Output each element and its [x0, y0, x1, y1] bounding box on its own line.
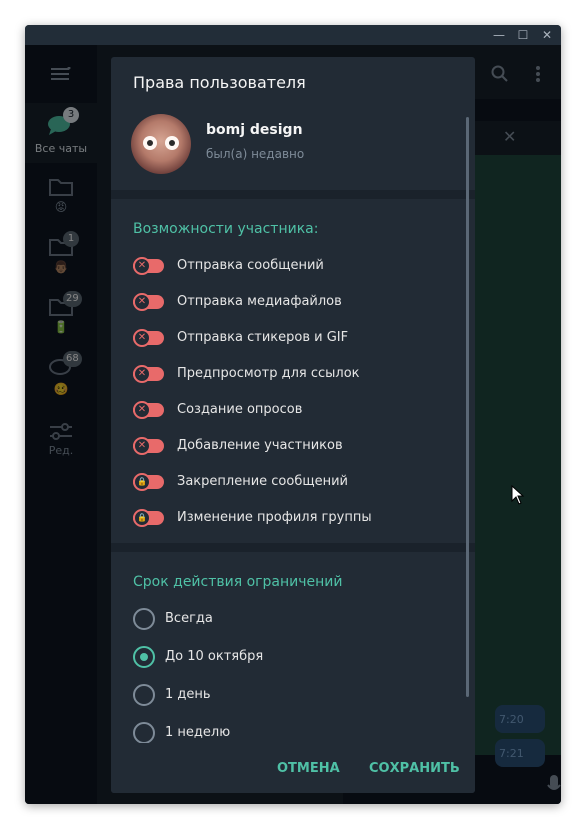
- permission-toggle-row[interactable]: ✕ Предпросмотр для ссылок: [133, 364, 453, 384]
- x-icon: ✕: [133, 293, 151, 311]
- permission-toggle[interactable]: ✕: [133, 329, 164, 347]
- permission-label: Отправка медиафайлов: [177, 294, 342, 309]
- save-button[interactable]: СОХРАНИТЬ: [369, 761, 460, 776]
- permission-toggle[interactable]: 🔒: [133, 509, 164, 527]
- x-icon: ✕: [133, 329, 151, 347]
- permission-toggle[interactable]: ✕: [133, 401, 164, 419]
- permission-toggle[interactable]: ✕: [133, 293, 164, 311]
- divider: [111, 190, 475, 199]
- permission-toggle-row[interactable]: ✕ Добавление участников: [133, 436, 453, 456]
- minimize-button[interactable]: —: [491, 27, 507, 43]
- permission-toggle-row[interactable]: ✕ Создание опросов: [133, 400, 453, 420]
- duration-label: 1 неделю: [165, 725, 231, 740]
- x-icon: ✕: [133, 257, 151, 275]
- scrollbar[interactable]: [466, 117, 469, 697]
- x-icon: ✕: [133, 365, 151, 383]
- maximize-button[interactable]: ☐: [515, 27, 531, 43]
- user-status: был(а) недавно: [206, 147, 305, 161]
- lock-icon: 🔒: [133, 473, 151, 491]
- divider: [111, 543, 475, 552]
- permissions-header: Возможности участника:: [133, 221, 319, 237]
- duration-label: До 10 октября: [165, 649, 264, 664]
- permission-label: Изменение профиля группы: [177, 510, 372, 525]
- dialog-footer: ОТМЕНА СОХРАНИТЬ: [111, 743, 475, 793]
- title-bar: — ☐ ✕: [25, 25, 561, 45]
- permission-label: Закрепление сообщений: [177, 474, 348, 489]
- permission-toggle[interactable]: ✕: [133, 437, 164, 455]
- permission-toggle-row[interactable]: ✕ Отправка сообщений: [133, 256, 453, 276]
- permission-toggle-row[interactable]: 🔒 Изменение профиля группы: [133, 508, 453, 528]
- avatar: [131, 114, 191, 174]
- dialog-title: Права пользователя: [133, 73, 306, 92]
- duration-option[interactable]: 1 день: [133, 684, 453, 708]
- close-window-button[interactable]: ✕: [539, 27, 555, 43]
- radio-button[interactable]: [133, 608, 155, 630]
- cancel-button[interactable]: ОТМЕНА: [277, 761, 340, 776]
- user-name: bomj design: [206, 122, 303, 138]
- duration-label: Всегда: [165, 611, 213, 626]
- permission-toggle[interactable]: ✕: [133, 365, 164, 383]
- x-icon: ✕: [133, 437, 151, 455]
- permission-label: Отправка сообщений: [177, 258, 324, 273]
- permission-toggle-row[interactable]: ✕ Отправка стикеров и GIF: [133, 328, 453, 348]
- radio-button[interactable]: [133, 684, 155, 706]
- permission-toggle[interactable]: 🔒: [133, 473, 164, 491]
- duration-header: Срок действия ограничений: [133, 574, 343, 590]
- duration-label: 1 день: [165, 687, 211, 702]
- lock-icon: 🔒: [133, 509, 151, 527]
- duration-option[interactable]: Всегда: [133, 608, 453, 632]
- permission-label: Создание опросов: [177, 402, 303, 417]
- permission-label: Добавление участников: [177, 438, 343, 453]
- permission-toggle[interactable]: ✕: [133, 257, 164, 275]
- x-icon: ✕: [133, 401, 151, 419]
- radio-button[interactable]: [133, 722, 155, 744]
- permission-label: Отправка стикеров и GIF: [177, 330, 349, 345]
- permission-toggle-row[interactable]: ✕ Отправка медиафайлов: [133, 292, 453, 312]
- radio-button[interactable]: [133, 646, 155, 668]
- user-permissions-dialog: Права пользователя bomj design был(а) не…: [111, 57, 475, 793]
- permission-toggle-row[interactable]: 🔒 Закрепление сообщений: [133, 472, 453, 492]
- permission-label: Предпросмотр для ссылок: [177, 366, 360, 381]
- duration-option[interactable]: До 10 октября: [133, 646, 453, 670]
- mouse-cursor-icon: [511, 485, 525, 505]
